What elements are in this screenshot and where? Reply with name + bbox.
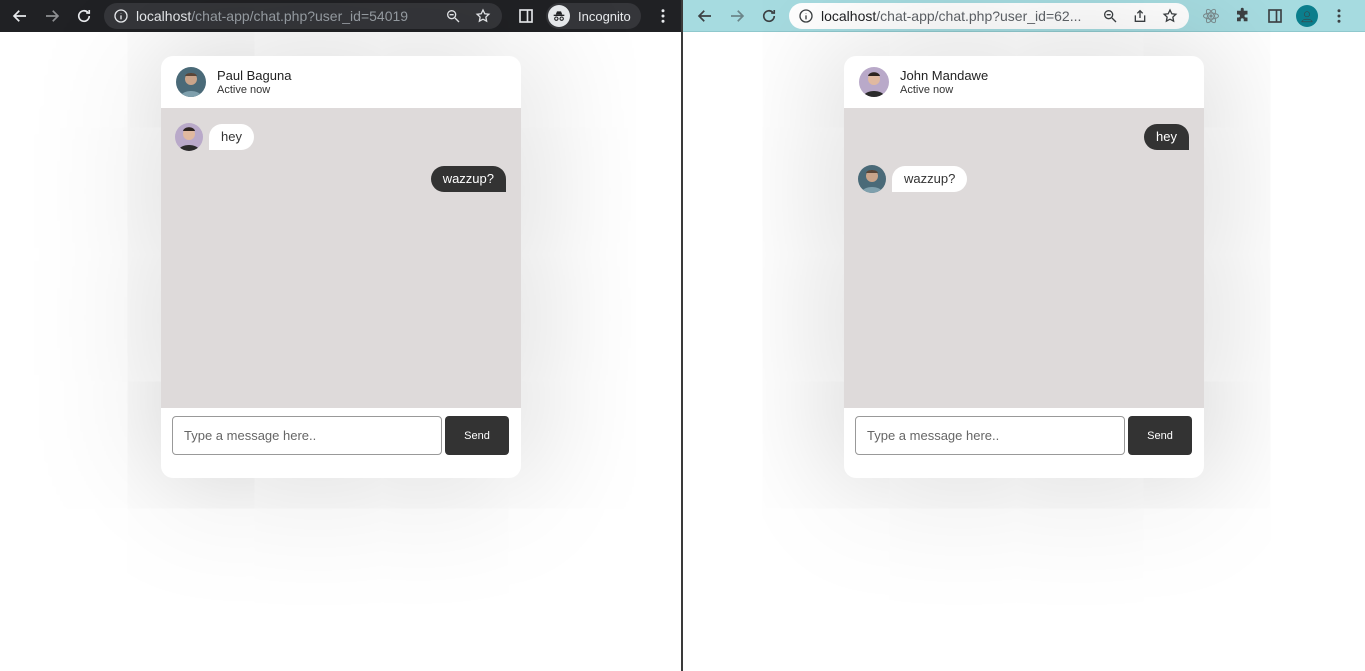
reload-icon[interactable] xyxy=(753,0,785,32)
forward-arrow-icon[interactable] xyxy=(36,0,68,32)
url-path: /chat-app/chat.php?user_id=62... xyxy=(876,7,1082,24)
avatar xyxy=(176,67,206,97)
star-icon[interactable] xyxy=(1155,3,1185,29)
chat-user-status: Active now xyxy=(900,83,954,96)
typing-area: Send xyxy=(172,416,509,455)
incoming-message: wazzup? xyxy=(858,165,968,193)
browser-toolbar: localhost/chat-app/chat.php?user_id=5401… xyxy=(0,0,681,32)
url-host: localhost xyxy=(136,8,192,24)
browser-window-regular: localhost/chat-app/chat.php?user_id=62..… xyxy=(683,0,1365,671)
side-panel-icon[interactable] xyxy=(510,0,542,32)
info-icon[interactable] xyxy=(112,7,130,25)
chat-user-info: Paul Baguna Active now xyxy=(217,68,291,97)
browser-window-incognito: localhost/chat-app/chat.php?user_id=5401… xyxy=(0,0,681,671)
chat-header: Paul Baguna Active now xyxy=(161,56,521,108)
profile-icon[interactable] xyxy=(1291,0,1323,32)
send-button[interactable]: Send xyxy=(445,416,509,455)
typing-area: Send xyxy=(855,416,1192,455)
chat-user-name: Paul Baguna xyxy=(217,67,292,83)
info-icon[interactable] xyxy=(797,7,815,25)
outgoing-message: wazzup? xyxy=(430,166,506,192)
avatar xyxy=(175,123,203,151)
avatar xyxy=(859,67,889,97)
outgoing-message: hey xyxy=(1144,124,1189,150)
incognito-icon xyxy=(548,5,570,27)
side-panel-icon[interactable] xyxy=(1259,0,1291,32)
avatar xyxy=(858,165,886,193)
react-devtools-icon[interactable] xyxy=(1195,0,1227,32)
chat-header: John Mandawe Active now xyxy=(844,56,1204,108)
star-icon[interactable] xyxy=(468,3,498,29)
chat-box: hey wazzup? xyxy=(844,108,1204,408)
address-bar[interactable]: localhost/chat-app/chat.php?user_id=5401… xyxy=(104,3,502,29)
chat-user-name: John Mandawe xyxy=(900,67,989,83)
incognito-label: Incognito xyxy=(578,8,631,24)
more-icon[interactable] xyxy=(1323,0,1355,32)
url-path: /chat-app/chat.php?user_id=54019 xyxy=(191,8,409,24)
zoom-icon[interactable] xyxy=(438,3,468,29)
chat-user-info: John Mandawe Active now xyxy=(900,68,988,97)
more-icon[interactable] xyxy=(647,0,679,32)
desktop: localhost/chat-app/chat.php?user_id=5401… xyxy=(0,0,1365,671)
zoom-icon[interactable] xyxy=(1095,3,1125,29)
message-bubble: wazzup? xyxy=(892,166,968,192)
back-arrow-icon[interactable] xyxy=(4,0,36,32)
incoming-message: hey xyxy=(175,123,254,151)
extensions-icon[interactable] xyxy=(1227,0,1259,32)
url-text[interactable]: localhost/chat-app/chat.php?user_id=62..… xyxy=(821,8,1095,24)
message-input[interactable] xyxy=(172,416,442,455)
url-host: localhost xyxy=(821,7,877,24)
chat-window: Paul Baguna Active now hey wazzup? Send xyxy=(161,56,521,478)
browser-toolbar: localhost/chat-app/chat.php?user_id=62..… xyxy=(683,0,1365,32)
chat-box: hey wazzup? xyxy=(161,108,521,408)
address-bar[interactable]: localhost/chat-app/chat.php?user_id=62..… xyxy=(789,2,1189,29)
message-input[interactable] xyxy=(855,416,1125,455)
message-bubble: hey xyxy=(209,124,254,150)
share-icon[interactable] xyxy=(1125,3,1155,29)
url-text[interactable]: localhost/chat-app/chat.php?user_id=5401… xyxy=(136,8,438,24)
forward-arrow-icon[interactable] xyxy=(721,0,753,32)
profile-avatar xyxy=(1296,4,1318,27)
send-button[interactable]: Send xyxy=(1128,416,1192,455)
reload-icon[interactable] xyxy=(68,0,100,32)
incognito-indicator[interactable]: Incognito xyxy=(546,3,641,29)
chat-window: John Mandawe Active now hey wazzup? Send xyxy=(844,56,1204,478)
chat-user-status: Active now xyxy=(217,83,271,96)
back-arrow-icon[interactable] xyxy=(689,0,721,32)
